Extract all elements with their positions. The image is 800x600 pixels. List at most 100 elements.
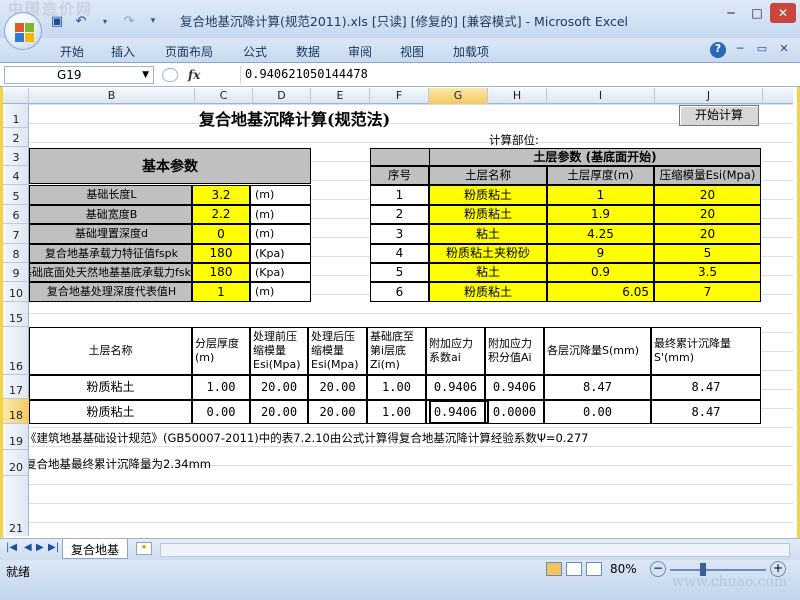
horizontal-scrollbar[interactable] xyxy=(160,543,790,557)
result-cell[interactable]: 0.00 xyxy=(544,400,651,424)
soil-row-name[interactable]: 粘土 xyxy=(429,263,547,282)
param-value[interactable]: 0 xyxy=(192,224,250,244)
result-cell[interactable]: 0.9406 xyxy=(426,400,485,424)
row-header[interactable]: 20 xyxy=(3,450,29,476)
soil-row-thickness[interactable]: 1 xyxy=(547,185,654,205)
row-header[interactable]: 7 xyxy=(3,224,29,244)
minimize-icon[interactable]: ─ xyxy=(732,42,748,58)
expand-icon[interactable] xyxy=(162,68,178,82)
tab-review[interactable]: 审阅 xyxy=(348,43,372,60)
param-value[interactable]: 180 xyxy=(192,263,250,282)
result-cell[interactable]: 20.00 xyxy=(250,375,308,400)
row-header[interactable]: 2 xyxy=(3,128,29,147)
row-header[interactable]: 4 xyxy=(3,166,29,185)
save-icon[interactable]: ▣ xyxy=(48,13,66,29)
zoom-level[interactable]: 80% xyxy=(610,562,637,576)
row-header[interactable]: 17 xyxy=(3,375,29,399)
param-value[interactable]: 180 xyxy=(192,244,250,263)
result-cell[interactable]: 0.9406 xyxy=(485,375,544,400)
page-break-view-icon[interactable] xyxy=(586,562,602,576)
tab-insert[interactable]: 插入 xyxy=(111,43,135,60)
tab-home[interactable]: 开始 xyxy=(60,43,84,60)
soil-row-thickness[interactable]: 4.25 xyxy=(547,224,654,244)
row-header[interactable]: 1 xyxy=(3,104,29,128)
column-header[interactable]: F xyxy=(370,88,429,104)
result-cell[interactable]: 粉质粘土 xyxy=(29,400,192,424)
soil-row-modulus[interactable]: 7 xyxy=(654,282,761,302)
formula-input[interactable]: 0.940621050144478 xyxy=(240,66,796,84)
soil-row-thickness[interactable]: 9 xyxy=(547,244,654,263)
soil-row-modulus[interactable]: 20 xyxy=(654,205,761,224)
soil-row-thickness[interactable]: 6.05 xyxy=(547,282,654,302)
chevron-down-icon[interactable]: ▼ xyxy=(142,67,149,83)
zoom-slider[interactable] xyxy=(670,569,766,571)
row-header[interactable]: 19 xyxy=(3,424,29,450)
column-header[interactable]: G xyxy=(429,88,488,104)
soil-row-modulus[interactable]: 20 xyxy=(654,224,761,244)
result-cell[interactable]: 8.47 xyxy=(544,375,651,400)
column-header[interactable]: C xyxy=(195,88,253,104)
soil-row-modulus[interactable]: 20 xyxy=(654,185,761,205)
soil-row-name[interactable]: 粉质粘土 xyxy=(429,185,547,205)
result-cell[interactable]: 0.0000 xyxy=(485,400,544,424)
result-cell[interactable]: 1.00 xyxy=(367,375,426,400)
normal-view-icon[interactable] xyxy=(546,562,562,576)
row-header[interactable]: 9 xyxy=(3,263,29,282)
calc-button[interactable]: 开始计算 xyxy=(679,105,759,126)
insert-sheet-icon[interactable]: ✦ xyxy=(136,542,152,555)
undo-icon[interactable]: ↶ xyxy=(72,13,90,29)
row-header[interactable]: 10 xyxy=(3,282,29,302)
tab-formulas[interactable]: 公式 xyxy=(243,43,267,60)
row-header[interactable]: 18 xyxy=(3,399,29,424)
soil-row-name[interactable]: 粘土 xyxy=(429,224,547,244)
result-cell[interactable]: 20.00 xyxy=(308,400,367,424)
help-icon[interactable]: ? xyxy=(710,42,726,58)
sheet-tab-active[interactable]: 复合地基 xyxy=(62,539,129,559)
column-header[interactable]: J xyxy=(655,88,763,104)
restore-icon[interactable]: ▭ xyxy=(754,42,770,58)
soil-row-name[interactable]: 粉质粘土 xyxy=(429,205,547,224)
office-button[interactable] xyxy=(4,12,42,50)
row-header[interactable]: 6 xyxy=(3,205,29,224)
worksheet-grid[interactable]: 复合地基沉降计算(规范法) 开始计算 计算部位: 基本参数 基础长度L 3.2 (m… xyxy=(29,104,793,536)
tab-data[interactable]: 数据 xyxy=(296,43,320,60)
result-cell[interactable]: 0.9406 xyxy=(426,375,485,400)
param-value[interactable]: 1 xyxy=(192,282,250,302)
result-cell[interactable]: 20.00 xyxy=(250,400,308,424)
sheet-nav-last-icon[interactable]: ▶| xyxy=(48,542,59,553)
result-cell[interactable]: 1.00 xyxy=(367,400,426,424)
soil-row-thickness[interactable]: 1.9 xyxy=(547,205,654,224)
result-cell[interactable]: 0.00 xyxy=(192,400,250,424)
sheet-nav-next-icon[interactable]: ▶ xyxy=(36,542,44,553)
result-cell[interactable]: 8.47 xyxy=(651,400,761,424)
page-layout-view-icon[interactable] xyxy=(566,562,582,576)
sheet-nav-prev-icon[interactable]: ◀ xyxy=(24,542,32,553)
select-all-corner[interactable] xyxy=(3,88,29,104)
customize-qat-icon[interactable]: ▾ xyxy=(144,13,162,29)
tab-view[interactable]: 视图 xyxy=(400,43,424,60)
row-header[interactable]: 15 xyxy=(3,302,29,327)
fx-icon[interactable]: fx xyxy=(188,68,200,82)
row-header[interactable]: 21 xyxy=(3,476,29,536)
column-header[interactable]: D xyxy=(253,88,311,104)
tab-page-layout[interactable]: 页面布局 xyxy=(165,43,213,60)
soil-row-name[interactable]: 粉质粘土夹粉砂 xyxy=(429,244,547,263)
redo-icon[interactable]: ↷ xyxy=(120,13,138,29)
column-header[interactable]: I xyxy=(547,88,655,104)
row-header[interactable]: 8 xyxy=(3,244,29,263)
row-header[interactable]: 16 xyxy=(3,327,29,375)
result-cell[interactable]: 1.00 xyxy=(192,375,250,400)
soil-row-modulus[interactable]: 5 xyxy=(654,244,761,263)
close-icon[interactable]: ✕ xyxy=(776,42,792,58)
undo-dropdown-icon[interactable]: ▾ xyxy=(96,13,114,29)
soil-row-modulus[interactable]: 3.5 xyxy=(654,263,761,282)
soil-row-name[interactable]: 粉质粘土 xyxy=(429,282,547,302)
name-box[interactable]: G19 ▼ xyxy=(4,66,154,84)
zoom-out-icon[interactable]: − xyxy=(650,561,666,577)
column-header[interactable]: E xyxy=(311,88,370,104)
param-value[interactable]: 3.2 xyxy=(192,185,250,205)
column-header[interactable]: H xyxy=(488,88,547,104)
row-header[interactable]: 3 xyxy=(3,147,29,166)
soil-row-thickness[interactable]: 0.9 xyxy=(547,263,654,282)
column-header[interactable]: B xyxy=(29,88,195,104)
